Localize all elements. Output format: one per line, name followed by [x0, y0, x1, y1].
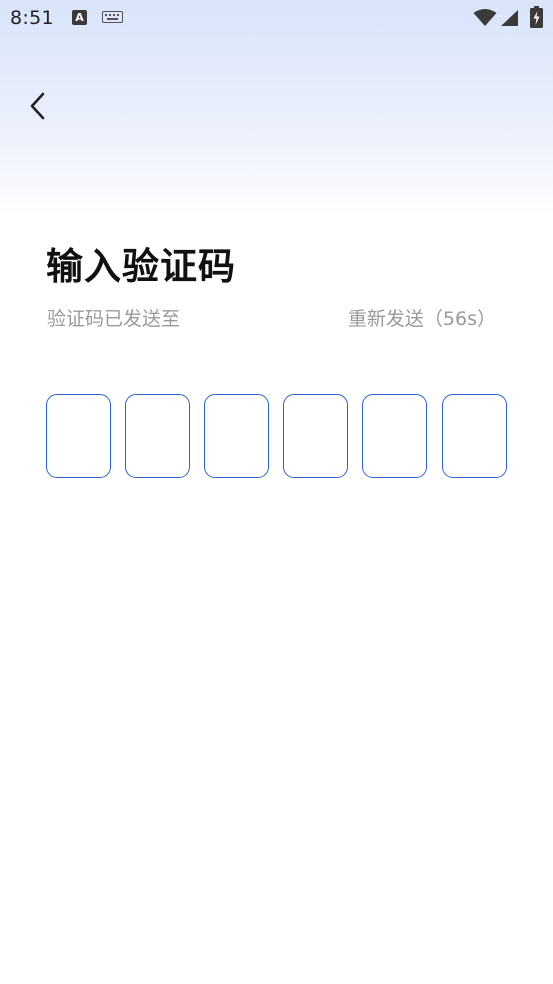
code-digit-box-6[interactable]: [442, 394, 507, 478]
status-bar: 8:51 A: [0, 0, 553, 38]
keyboard-icon: [102, 11, 123, 23]
chevron-left-icon: [30, 92, 45, 120]
sent-to-label: 验证码已发送至: [47, 308, 181, 330]
back-button[interactable]: [22, 86, 58, 126]
app-notification-icon: A: [72, 10, 87, 25]
resend-button[interactable]: 重新发送（56s）: [348, 304, 496, 331]
page-title: 输入验证码: [46, 245, 236, 288]
code-digit-box-4[interactable]: [283, 394, 348, 478]
wifi-icon: [473, 9, 497, 26]
signal-icon: [501, 10, 518, 26]
code-digit-box-5[interactable]: [362, 394, 427, 478]
verification-code-input: [46, 394, 507, 478]
code-digit-box-2[interactable]: [125, 394, 190, 478]
code-digit-box-3[interactable]: [204, 394, 269, 478]
code-digit-box-1[interactable]: [46, 394, 111, 478]
status-time: 8:51: [10, 7, 54, 29]
verification-screen: 8:51 A 输入验证码 验证码已发送至 重新发送（56s）: [0, 0, 553, 984]
battery-charging-icon: [530, 6, 543, 28]
